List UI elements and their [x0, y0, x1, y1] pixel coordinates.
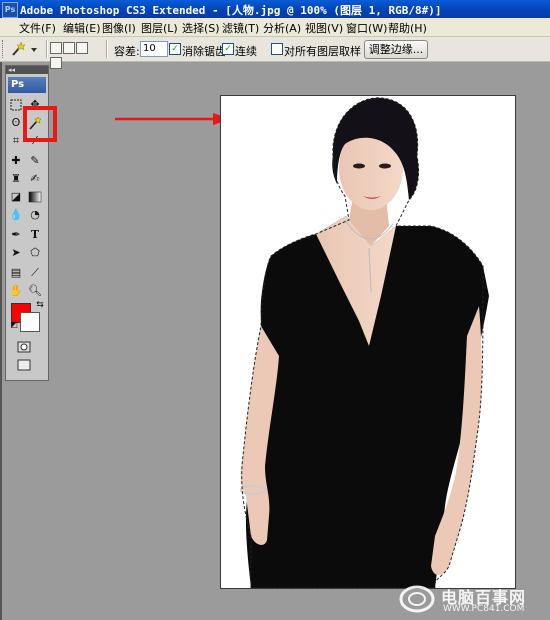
new-selection-mode-icon[interactable]: [50, 42, 62, 54]
notes-tool-icon[interactable]: ▤: [9, 266, 23, 280]
menu-filter[interactable]: 滤镜(T): [222, 20, 259, 36]
lasso-tool-icon[interactable]: ʘ: [9, 116, 23, 130]
menu-layer[interactable]: 图层(L): [141, 20, 178, 36]
workspace-left-edge: [0, 62, 2, 620]
sample-all-layers-checkbox[interactable]: [271, 43, 283, 55]
clone-stamp-tool-icon[interactable]: ♜: [9, 172, 23, 186]
menu-bar: 文件(F) 编辑(E) 图像(I) 图层(L) 选择(S) 滤镜(T) 分析(A…: [0, 18, 550, 37]
options-bar: 容差: 10 ✓ 消除锯齿 ✓ 连续 对所有图层取样 调整边缘...: [0, 37, 550, 69]
menu-view[interactable]: 视图(V): [305, 20, 343, 36]
path-selection-tool-icon[interactable]: ➤: [9, 246, 23, 260]
toolbox-collapse-handle[interactable]: ◂◂: [6, 66, 48, 74]
subtract-selection-mode-icon[interactable]: [76, 42, 88, 54]
refine-edge-button[interactable]: 调整边缘...: [364, 40, 428, 59]
separator: [106, 40, 108, 58]
healing-brush-tool-icon[interactable]: ✚: [9, 154, 23, 168]
zoom-tool-icon[interactable]: 🔍︎: [28, 284, 42, 298]
menu-edit[interactable]: 编辑(E): [63, 20, 101, 36]
swap-colors-icon[interactable]: ⇆: [33, 298, 47, 312]
tolerance-label: 容差:: [114, 45, 140, 58]
menu-window[interactable]: 窗口(W): [346, 20, 387, 36]
title-bar: Ps Adobe Photoshop CS3 Extended - [人物.jp…: [0, 0, 550, 18]
watermark-url: WWW.PC841.COM: [443, 604, 525, 614]
contiguous-checkbox[interactable]: ✓: [222, 43, 234, 55]
hand-tool-icon[interactable]: ✋: [9, 284, 23, 298]
background-color-swatch[interactable]: [20, 312, 40, 332]
document-canvas[interactable]: [220, 95, 516, 589]
pointer-arrow: [115, 113, 231, 125]
screen-mode-icon[interactable]: [17, 358, 31, 372]
portrait-image: [240, 97, 489, 588]
type-tool-icon[interactable]: T: [28, 228, 42, 242]
intersect-selection-mode-icon[interactable]: [50, 57, 62, 69]
magic-wand-icon: [12, 41, 37, 56]
options-bar-grip[interactable]: [2, 40, 6, 58]
pen-tool-icon[interactable]: ✒: [9, 228, 23, 242]
magic-wand-highlight-box: [23, 106, 57, 142]
menu-file[interactable]: 文件(F): [19, 20, 56, 36]
photoshop-app-icon: Ps: [2, 2, 18, 18]
brush-tool-icon[interactable]: ✎: [28, 154, 42, 168]
site-watermark: 电脑百事网 WWW.PC841.COM: [395, 582, 545, 616]
history-brush-tool-icon[interactable]: ✍: [28, 172, 42, 186]
menu-select[interactable]: 选择(S): [182, 20, 220, 36]
menu-help[interactable]: 帮助(H): [388, 20, 427, 36]
quick-mask-icon[interactable]: [17, 340, 31, 354]
add-selection-mode-icon[interactable]: [63, 42, 75, 54]
tolerance-input[interactable]: 10: [140, 41, 168, 57]
contiguous-label: 连续: [235, 45, 257, 58]
marquee-tool-icon[interactable]: [9, 98, 23, 112]
shape-tool-icon[interactable]: ⬠: [28, 246, 42, 260]
eraser-tool-icon[interactable]: ◪: [9, 190, 23, 204]
separator: [46, 40, 48, 58]
watermark-logo-icon: [399, 585, 435, 613]
toolbox-ps-logo[interactable]: Ps: [8, 77, 46, 93]
antialias-checkbox[interactable]: ✓: [169, 43, 181, 55]
window-title: Adobe Photoshop CS3 Extended - [人物.jpg @…: [20, 4, 442, 17]
menu-analysis[interactable]: 分析(A): [263, 20, 301, 36]
antialias-label: 消除锯齿: [182, 45, 226, 58]
menu-image[interactable]: 图像(I): [102, 20, 136, 36]
blur-tool-icon[interactable]: 💧: [9, 208, 23, 222]
dodge-tool-icon[interactable]: ◔: [28, 208, 42, 222]
default-colors-icon[interactable]: ◩: [7, 318, 21, 332]
gradient-tool-icon[interactable]: [28, 190, 42, 204]
tool-preset-picker[interactable]: [8, 40, 40, 58]
selection-mode-buttons: [50, 42, 100, 69]
eyedropper-tool-icon[interactable]: ⟋: [28, 266, 42, 280]
sample-all-layers-label: 对所有图层取样: [284, 45, 361, 58]
crop-tool-icon[interactable]: ⌗: [9, 134, 23, 148]
